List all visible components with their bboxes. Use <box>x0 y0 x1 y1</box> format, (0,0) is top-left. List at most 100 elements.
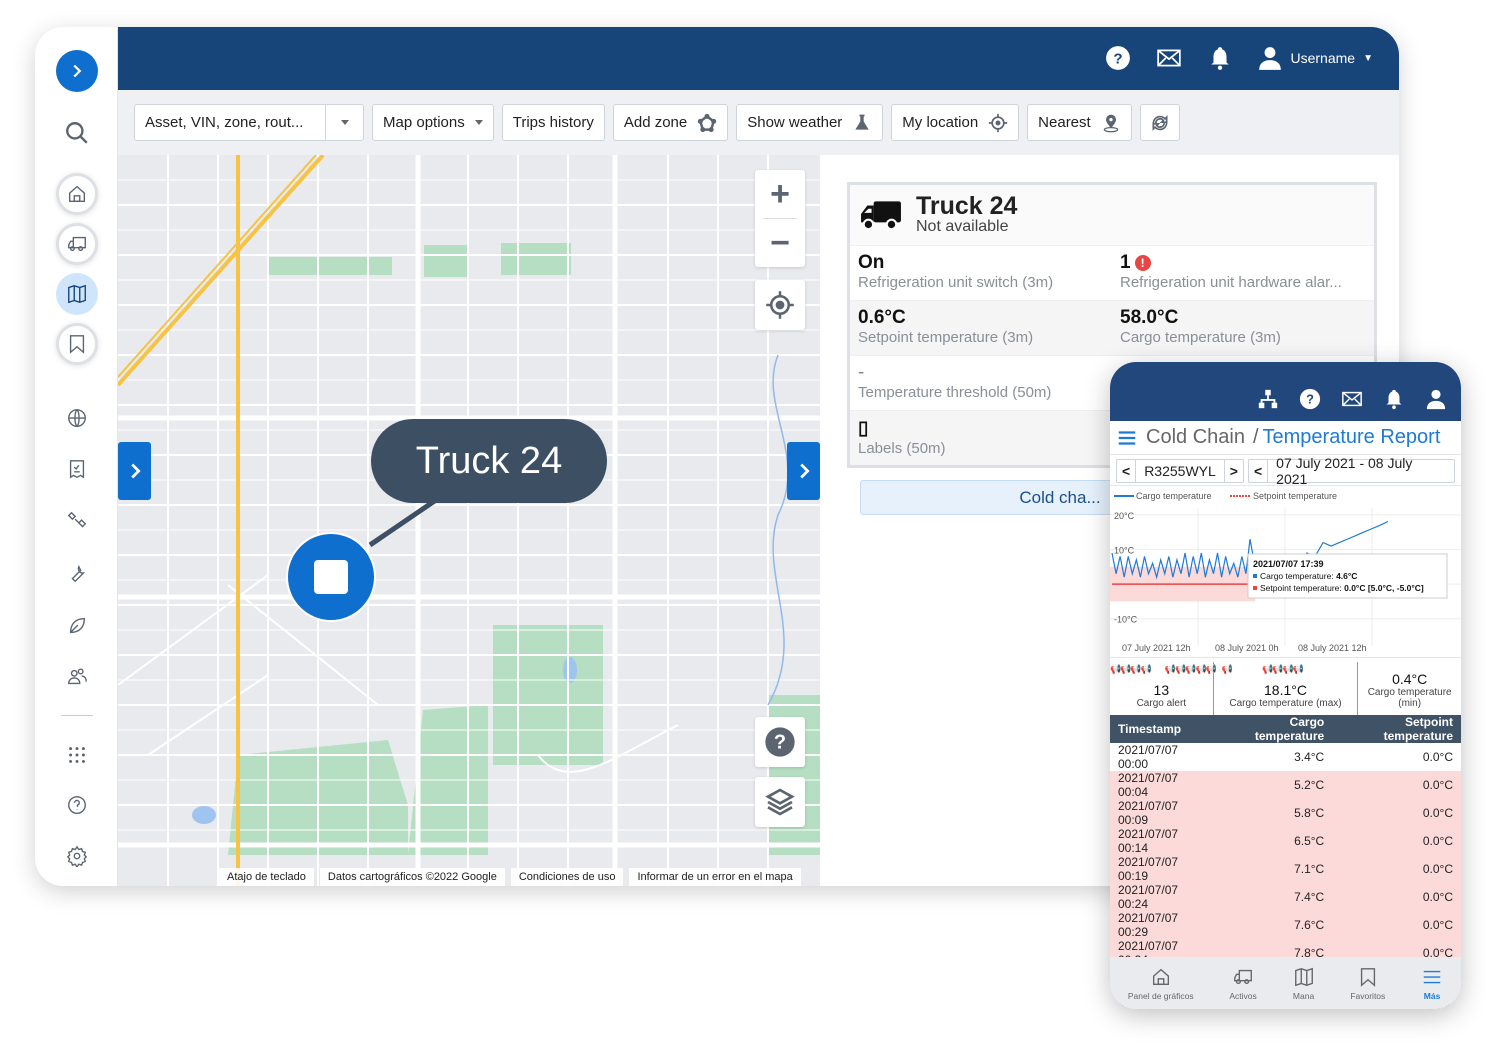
nav-dashboard[interactable]: Panel de gráficos <box>1128 966 1194 1001</box>
bell-icon[interactable] <box>1207 45 1233 71</box>
wrench-icon <box>71 565 86 583</box>
bell-icon[interactable] <box>1383 388 1405 410</box>
hamburger-menu-icon <box>1423 970 1441 983</box>
nav-assets[interactable]: Activos <box>1229 966 1257 1001</box>
table-row[interactable]: 2021/07/07 00:04 5.2°C 0.0°C <box>1110 771 1461 799</box>
stat-label: Cargo temperature (max) <box>1229 698 1342 709</box>
map-view[interactable]: Truck 24 + − ? Atajo de teclado Datos ca… <box>118 155 820 886</box>
nearest-button[interactable]: Nearest <box>1027 104 1132 141</box>
nav-map[interactable]: Mana <box>1293 966 1315 1001</box>
map-options-button[interactable]: Map options <box>372 104 494 141</box>
help-icon[interactable]: ? <box>1299 388 1321 410</box>
breadcrumb-current: Temperature Report <box>1262 426 1441 448</box>
left-panel-toggle[interactable] <box>118 442 151 500</box>
y-tick-label: -10°C <box>1114 615 1138 625</box>
center-location-button[interactable] <box>755 280 805 330</box>
keyboard-shortcuts-link[interactable]: Atajo de teclado <box>219 868 314 886</box>
alert-marker-icon: 📢📢📢📢 <box>1110 664 1152 674</box>
sidebar-item-globe[interactable] <box>56 397 98 439</box>
column-header[interactable]: Timestamp <box>1110 715 1215 743</box>
hamburger-menu-icon[interactable] <box>1116 427 1138 449</box>
asset-search-input[interactable]: Asset, VIN, zone, rout... <box>135 114 315 131</box>
table-row[interactable]: 2021/07/07 00:29 7.6°C 0.0°C <box>1110 911 1461 939</box>
column-header[interactable]: Cargo temperature <box>1214 715 1333 743</box>
asset-status: Not available <box>916 218 1009 235</box>
sidebar-item-satellite[interactable] <box>56 500 98 542</box>
stat-value: 18.1°C <box>1264 682 1307 698</box>
mail-icon[interactable] <box>1155 45 1183 71</box>
field-value: On <box>858 252 885 273</box>
sidebar-item-home[interactable] <box>56 173 98 215</box>
map-help-button[interactable]: ? <box>755 717 805 767</box>
table-row[interactable]: 2021/07/07 00:00 3.4°C 0.0°C <box>1110 743 1461 771</box>
y-tick-label: 10°C <box>1114 546 1135 556</box>
nav-more[interactable]: Más <box>1421 966 1443 1001</box>
legend-label-cargo: Cargo temperature <box>1136 491 1212 501</box>
alert-icon: ! <box>1134 255 1151 271</box>
zoom-out-button[interactable]: − <box>755 219 805 267</box>
map-layers-button[interactable] <box>755 777 805 827</box>
sidebar-item-users[interactable] <box>56 656 98 698</box>
user-icon[interactable] <box>1425 388 1447 410</box>
cell-timestamp: 2021/07/07 00:14 <box>1110 827 1215 855</box>
table-row[interactable]: 2021/07/07 00:19 7.1°C 0.0°C <box>1110 855 1461 883</box>
prev-date-button[interactable]: < <box>1249 463 1267 479</box>
sidebar-item-assets[interactable] <box>56 223 98 265</box>
tooltip-setpoint-swatch <box>1253 586 1257 590</box>
stat-value: 0.4°C <box>1392 671 1428 687</box>
tooltip-time: 2021/07/07 17:39 <box>1253 559 1324 569</box>
hierarchy-icon[interactable] <box>1257 388 1279 410</box>
refresh-button[interactable] <box>1139 104 1180 141</box>
marker-label-bubble[interactable]: Truck 24 <box>371 419 607 503</box>
terms-link[interactable]: Condiciones de uso <box>510 868 624 886</box>
sidebar-item-apps[interactable] <box>56 734 98 776</box>
trips-history-button[interactable]: Trips history <box>501 104 605 141</box>
alert-marker-icon: 📢 <box>1221 664 1233 674</box>
sidebar-item-help[interactable] <box>56 784 98 826</box>
user-icon <box>1258 47 1281 70</box>
sidebar-item-reports[interactable] <box>56 448 98 490</box>
sidebar-item-eco[interactable] <box>56 605 98 647</box>
sidebar-expand-button[interactable] <box>56 50 98 92</box>
field-row: 0.6°C Setpoint temperature (3m) 58.0°C Car… <box>850 300 1374 355</box>
map-tiles <box>118 155 820 886</box>
truck-marker[interactable] <box>286 532 376 622</box>
truck-icon <box>1234 969 1252 984</box>
caret-down-icon <box>474 120 483 125</box>
chevron-right-icon <box>73 64 82 78</box>
my-location-button[interactable]: My location <box>891 104 1020 141</box>
sidebar-search[interactable] <box>56 112 98 154</box>
receipt-icon <box>69 460 85 479</box>
sidebar-item-favorites[interactable] <box>56 323 98 365</box>
help-icon[interactable]: ? <box>1105 45 1131 71</box>
right-panel-toggle[interactable] <box>787 442 820 500</box>
cell-setpoint-temperature: 0.0°C <box>1332 799 1461 827</box>
table-row[interactable]: 2021/07/07 00:24 7.4°C 0.0°C <box>1110 883 1461 911</box>
prev-asset-button[interactable]: < <box>1117 463 1135 479</box>
table-row[interactable]: 2021/07/07 00:09 5.8°C 0.0°C <box>1110 799 1461 827</box>
asset-search-combobox[interactable]: Asset, VIN, zone, rout... <box>134 104 364 141</box>
mail-icon[interactable] <box>1341 388 1363 410</box>
zoom-in-button[interactable]: + <box>755 170 805 218</box>
layers-icon <box>765 788 795 816</box>
column-header[interactable]: Setpoint temperature <box>1332 715 1461 743</box>
sidebar-item-maintenance[interactable] <box>56 553 98 595</box>
breadcrumb-parent[interactable]: Cold Chain <box>1146 426 1245 449</box>
sidebar-item-map[interactable] <box>56 273 98 315</box>
next-asset-button[interactable]: > <box>1225 463 1243 479</box>
asset-id[interactable]: R3255WYL <box>1135 460 1225 482</box>
user-menu[interactable]: Username ▼ <box>1257 45 1373 71</box>
sidebar-item-settings[interactable] <box>56 835 98 877</box>
cell-timestamp: 2021/07/07 00:19 <box>1110 855 1215 883</box>
alert-marker-icon: 📢📢📢📢📢 <box>1164 664 1217 674</box>
report-error-link[interactable]: Informar de un error en el mapa <box>629 868 801 886</box>
chevron-right-icon <box>130 463 141 479</box>
table-row[interactable]: 2021/07/07 00:14 6.5°C 0.0°C <box>1110 827 1461 855</box>
field-row: On Refrigeration unit switch (3m) 1! Refri… <box>850 245 1374 300</box>
search-dropdown-button[interactable] <box>325 105 363 140</box>
date-range[interactable]: 07 July 2021 - 08 July 2021 <box>1267 455 1454 487</box>
show-weather-button[interactable]: Show weather <box>736 104 884 141</box>
nav-favorites[interactable]: Favoritos <box>1350 966 1385 1001</box>
field-value: 1 <box>1120 252 1131 273</box>
add-zone-button[interactable]: Add zone <box>612 104 729 141</box>
